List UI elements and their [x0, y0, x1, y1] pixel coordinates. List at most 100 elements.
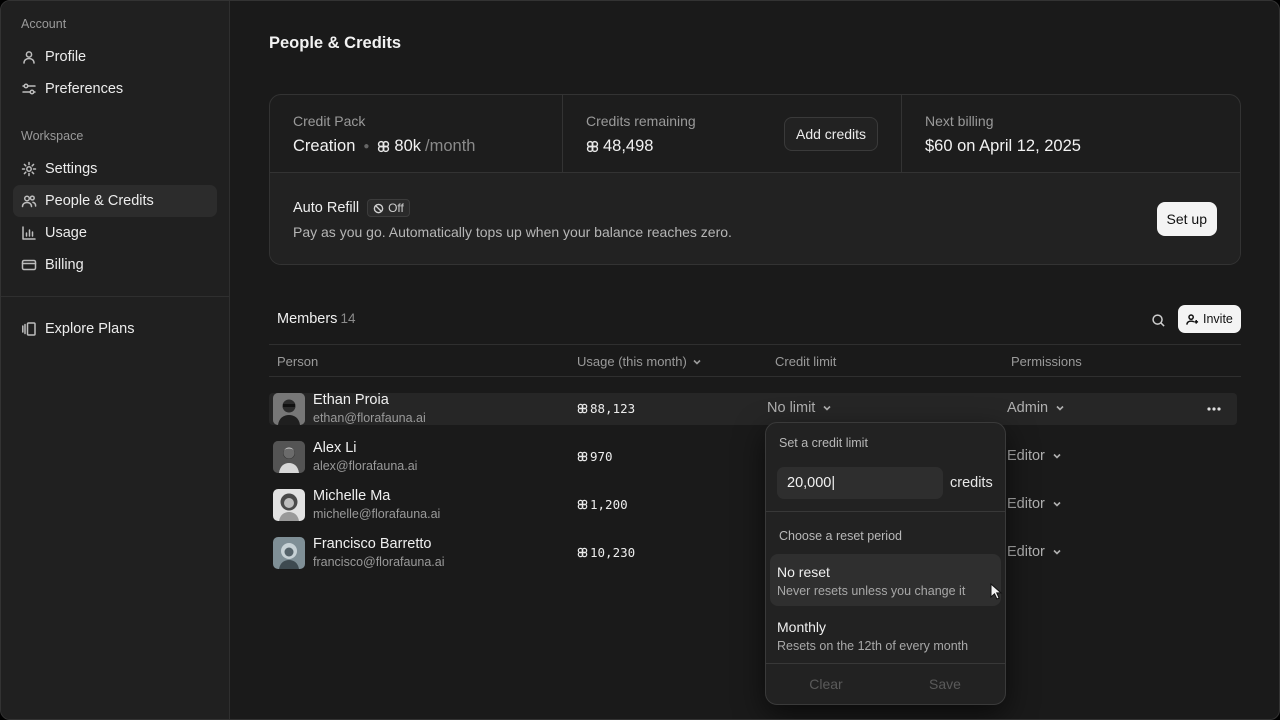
- table-row[interactable]: Francisco Barretto francisco@florafauna.…: [269, 536, 1237, 569]
- credit-pack-value: Creation ● 80k /month: [293, 137, 475, 156]
- credits-icon: [377, 140, 390, 153]
- more-icon: [1207, 407, 1221, 411]
- member-name: Michelle Ma: [313, 488, 391, 504]
- permission-dropdown[interactable]: Editor: [1007, 496, 1062, 512]
- permission-value: Editor: [1007, 544, 1045, 560]
- chevron-down-icon: [823, 405, 831, 411]
- next-billing-value: $60 on April 12, 2025: [925, 137, 1081, 155]
- add-credits-button[interactable]: Add credits: [784, 117, 879, 151]
- invite-label: Invite: [1203, 312, 1233, 326]
- table-row[interactable]: Michelle Ma michelle@florafauna.ai 1,200…: [269, 488, 1237, 521]
- sidebar-item-label: Billing: [45, 257, 84, 273]
- table-row[interactable]: Alex Li alex@florafauna.ai 970 Editor: [269, 440, 1237, 473]
- sidebar-item-people-credits[interactable]: People & Credits: [13, 185, 217, 217]
- sidebar: Account Profile Preferences Workspace Se…: [1, 1, 230, 719]
- member-usage-value: 970: [590, 449, 613, 464]
- credit-pack-period: /month: [425, 137, 476, 155]
- sidebar-divider: [1, 296, 230, 297]
- sidebar-item-explore-plans[interactable]: Explore Plans: [13, 313, 217, 345]
- credits-remaining-amount: 48,498: [603, 137, 654, 155]
- separator-dot: ●: [363, 141, 370, 152]
- member-name: Francisco Barretto: [313, 536, 432, 552]
- column-usage-label: Usage (this month): [577, 354, 687, 369]
- credit-limit-value: No limit: [767, 400, 816, 416]
- page-title: People & Credits: [269, 34, 402, 52]
- member-usage: 1,200: [577, 497, 628, 512]
- sidebar-item-label: Profile: [45, 49, 87, 65]
- credit-limit-input[interactable]: [777, 467, 943, 499]
- column-usage[interactable]: Usage (this month): [577, 354, 702, 369]
- sidebar-item-label: Settings: [45, 161, 98, 177]
- auto-refill-description: Pay as you go. Automatically tops up whe…: [293, 224, 732, 240]
- permission-dropdown[interactable]: Admin: [1007, 400, 1065, 416]
- popover-divider: [766, 511, 1005, 512]
- reset-option-no-reset[interactable]: No reset Never resets unless you change …: [770, 554, 1001, 606]
- permission-dropdown[interactable]: Editor: [1007, 448, 1062, 464]
- member-usage: 10,230: [577, 545, 635, 560]
- auto-refill-title: Auto Refill Off: [293, 199, 410, 217]
- credit-limit-dropdown[interactable]: No limit: [767, 400, 832, 416]
- credit-pack-amount: 80k: [394, 137, 422, 155]
- more-options-button[interactable]: [1205, 401, 1223, 417]
- next-billing-label: Next billing: [925, 113, 994, 129]
- sidebar-item-settings[interactable]: Settings: [13, 153, 217, 185]
- chevron-down-icon: [693, 359, 701, 365]
- sidebar-item-billing[interactable]: Billing: [13, 249, 217, 281]
- reset-option-description: Resets on the 12th of every month: [777, 639, 969, 653]
- credits-card: Credit Pack Creation ● 80k /month Credit…: [269, 94, 1241, 265]
- invite-button[interactable]: Invite: [1178, 305, 1241, 333]
- member-email: alex@florafauna.ai: [313, 459, 418, 473]
- bar-chart-icon: [21, 225, 37, 241]
- column-person: Person: [277, 354, 319, 369]
- sidebar-item-preferences[interactable]: Preferences: [13, 73, 217, 105]
- chevron-down-icon: [1053, 453, 1061, 459]
- reset-option-monthly[interactable]: Monthly Resets on the 12th of every mont…: [770, 609, 1001, 661]
- credits-remaining-label: Credits remaining: [586, 113, 696, 129]
- member-usage: 88,123: [577, 401, 635, 416]
- credits-icon: [577, 547, 588, 558]
- credits-summary: Credit Pack Creation ● 80k /month Credit…: [270, 95, 1240, 173]
- permission-value: Editor: [1007, 496, 1045, 512]
- member-name: Alex Li: [313, 440, 357, 456]
- chevron-down-icon: [1053, 501, 1061, 507]
- member-email: francisco@florafauna.ai: [313, 555, 445, 569]
- credits-icon: [577, 403, 588, 414]
- search-button[interactable]: [1148, 310, 1168, 330]
- sidebar-section-account: Account: [21, 17, 67, 31]
- members-title: Members: [277, 311, 338, 327]
- sidebar-item-profile[interactable]: Profile: [13, 41, 217, 73]
- setup-button[interactable]: Set up: [1156, 202, 1217, 236]
- clear-button[interactable]: Clear: [768, 669, 884, 699]
- credits-remaining-value: 48,498: [586, 137, 653, 156]
- members-table-header: Person Usage (this month) Credit limit P…: [269, 344, 1241, 377]
- member-name: Ethan Proia: [313, 392, 389, 408]
- column-permissions: Permissions: [1011, 354, 1082, 369]
- avatar: [273, 489, 305, 521]
- permission-value: Editor: [1007, 448, 1045, 464]
- credits-icon: [577, 451, 588, 462]
- save-button[interactable]: Save: [887, 669, 1003, 699]
- credits-remaining-section: Credits remaining 48,498 Add credits: [563, 95, 902, 173]
- members-heading: Members 14: [277, 311, 355, 327]
- plans-icon: [21, 321, 37, 337]
- member-usage-value: 10,230: [590, 545, 636, 560]
- chevron-down-icon: [1056, 405, 1064, 411]
- member-usage: 970: [577, 449, 613, 464]
- permission-dropdown[interactable]: Editor: [1007, 544, 1062, 560]
- auto-refill-section: Auto Refill Off Pay as you go. Automatic…: [270, 173, 1240, 264]
- credit-pack-label: Credit Pack: [293, 113, 366, 129]
- table-row[interactable]: Ethan Proia ethan@florafauna.ai 88,123 N…: [269, 392, 1237, 425]
- app-window: Account Profile Preferences Workspace Se…: [0, 0, 1280, 720]
- user-icon: [21, 49, 37, 65]
- gear-icon: [21, 161, 37, 177]
- reset-option-title: No reset: [777, 564, 830, 580]
- people-icon: [21, 193, 37, 209]
- credits-icon: [586, 140, 599, 153]
- sidebar-item-usage[interactable]: Usage: [13, 217, 217, 249]
- credit-limit-popover: Set a credit limit credits Choose a rese…: [765, 422, 1006, 705]
- sidebar-item-label: Usage: [45, 225, 87, 241]
- member-email: michelle@florafauna.ai: [313, 507, 441, 521]
- sidebar-section-workspace: Workspace: [21, 129, 84, 143]
- avatar: [273, 441, 305, 473]
- auto-refill-label: Auto Refill: [293, 200, 360, 216]
